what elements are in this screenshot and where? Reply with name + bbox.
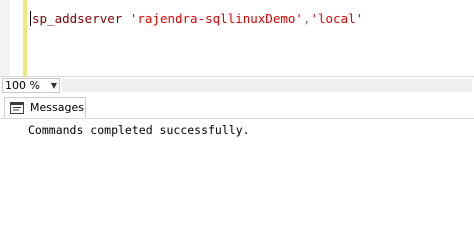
- result-message: Commands completed successfully.: [28, 123, 250, 137]
- change-tracking-bar: [23, 0, 27, 76]
- zoom-value: 100 %: [5, 79, 40, 92]
- tab-messages[interactable]: Messages: [4, 97, 86, 118]
- chevron-down-icon[interactable]: ▼: [51, 79, 57, 92]
- string-literal-local: 'local': [310, 11, 364, 26]
- results-tab-strip: Messages: [0, 94, 474, 118]
- zoom-status-bar: 100 % ▼: [0, 76, 474, 94]
- editor-gutter: [0, 0, 10, 76]
- horizontal-scrollbar[interactable]: [62, 79, 472, 92]
- results-panel: Messages Commands completed successfully…: [0, 94, 474, 208]
- query-editor[interactable]: sp_addserver 'rajendra-sqllinuxDemo','lo…: [0, 0, 474, 76]
- messages-icon: [10, 102, 24, 114]
- ssms-query-window: sp_addserver 'rajendra-sqllinuxDemo','lo…: [0, 0, 474, 208]
- string-literal-server: 'rajendra-sqllinuxDemo': [129, 11, 303, 26]
- stored-procedure-name: sp_addserver: [32, 11, 123, 26]
- zoom-dropdown[interactable]: 100 % ▼: [2, 78, 60, 93]
- text-caret: [30, 11, 31, 26]
- messages-pane[interactable]: Commands completed successfully.: [0, 118, 474, 208]
- code-line[interactable]: sp_addserver 'rajendra-sqllinuxDemo','lo…: [30, 10, 363, 28]
- tab-messages-label: Messages: [30, 101, 84, 114]
